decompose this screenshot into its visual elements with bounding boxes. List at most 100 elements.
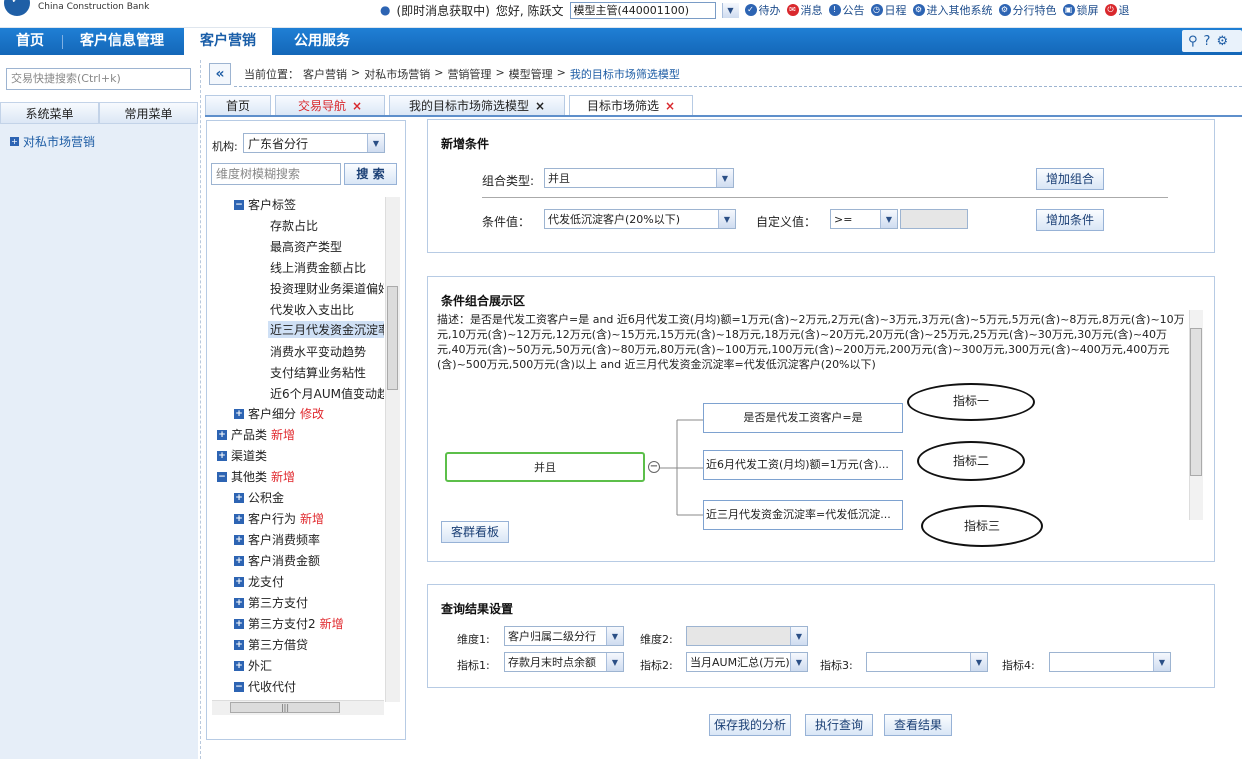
tree-scroll-thumb[interactable] xyxy=(387,286,398,390)
breadcrumb-item[interactable]: 客户营销 xyxy=(303,66,347,82)
role-select[interactable]: 模型主管(440001100) xyxy=(569,1,716,19)
ind1-select[interactable]: 存款月末时点余额 ▼ xyxy=(504,652,624,672)
save-analysis-button[interactable]: 保存我的分析 xyxy=(709,714,791,736)
tab-home[interactable]: 首页 xyxy=(205,95,271,115)
chevron-down-icon[interactable]: ▼ xyxy=(716,169,733,187)
expand-icon[interactable]: + xyxy=(234,408,244,419)
logout-link[interactable]: ⏻ 退 xyxy=(1104,2,1130,18)
tree-node[interactable]: + 客户消费金额 xyxy=(234,552,320,569)
tree-leaf[interactable]: 最高资产类型 xyxy=(270,238,342,255)
tree-node[interactable]: + 客户行为 新增 xyxy=(234,510,324,527)
tree-node[interactable]: − 代收代付 xyxy=(234,678,296,695)
expand-icon[interactable]: + xyxy=(234,534,244,545)
breadcrumb-item[interactable]: 对私市场营销 xyxy=(364,66,430,82)
tree-node[interactable]: + 客户消费频率 xyxy=(234,531,320,548)
description-scroll-thumb[interactable] xyxy=(1190,328,1202,476)
nav-customer-marketing[interactable]: 客户营销 xyxy=(184,28,272,55)
dim1-select[interactable]: 客户归属二级分行 ▼ xyxy=(504,626,624,646)
chevron-down-icon[interactable]: ▼ xyxy=(880,210,897,228)
todo-link[interactable]: ✓ 待办 xyxy=(744,2,781,18)
nav-home[interactable]: 首页 xyxy=(0,28,60,55)
chevron-down-icon[interactable]: ▼ xyxy=(606,653,623,671)
tree-leaf[interactable]: 投资理财业务渠道偏好 xyxy=(270,280,384,297)
add-group-button[interactable]: 增加组合 xyxy=(1036,168,1104,190)
view-results-button[interactable]: 查看结果 xyxy=(884,714,952,736)
nav-public-service[interactable]: 公用服务 xyxy=(278,28,366,55)
close-icon[interactable]: × xyxy=(352,99,362,113)
tree-leaf[interactable]: 存款占比 xyxy=(270,217,318,234)
chevron-down-icon[interactable]: ▼ xyxy=(1153,653,1170,671)
search-icon[interactable]: ⚲ xyxy=(1188,34,1198,49)
tab-transaction-nav[interactable]: 交易导航 × xyxy=(275,95,385,115)
tree-leaf[interactable]: 近6个月AUM值变动趋势 xyxy=(270,385,384,402)
lock-screen-link[interactable]: ▣ 锁屏 xyxy=(1062,2,1099,18)
tree-node[interactable]: + 公积金 xyxy=(234,489,284,506)
tree-leaf[interactable]: 消费水平变动趋势 xyxy=(270,343,366,360)
close-icon[interactable]: × xyxy=(665,99,675,113)
settings-icon[interactable]: ⚙ xyxy=(1216,34,1228,49)
nav-customer-info[interactable]: 客户信息管理 xyxy=(66,28,178,55)
expand-icon[interactable]: + xyxy=(234,555,244,566)
condition-node-3[interactable]: 近三月代发资金沉淀率=代发低沉淀... xyxy=(703,500,903,530)
collapse-sidebar-button[interactable]: « xyxy=(209,63,231,85)
breadcrumb-item[interactable]: 模型管理 xyxy=(509,66,553,82)
expand-icon[interactable]: + xyxy=(234,660,244,671)
tree-leaf[interactable]: 代发收入支出比 xyxy=(270,301,354,318)
custom-value-input[interactable] xyxy=(900,209,968,229)
tree-node[interactable]: + 第三方支付2 新增 xyxy=(234,615,344,632)
chevron-down-icon[interactable]: ▼ xyxy=(721,2,739,18)
tab-system-menu[interactable]: 系统菜单 xyxy=(0,102,99,124)
tree-node[interactable]: + 第三方支付 xyxy=(234,594,308,611)
tree-node-customer-tag[interactable]: − 客户标签 xyxy=(234,196,296,213)
combo-type-select[interactable]: 并且 ▼ xyxy=(544,168,734,188)
tab-common-menu[interactable]: 常用菜单 xyxy=(99,102,198,124)
tree-node[interactable]: + 龙支付 xyxy=(234,573,284,590)
sidebar-item-private-marketing[interactable]: + 对私市场营销 xyxy=(10,133,95,150)
chevron-down-icon[interactable]: ▼ xyxy=(970,653,987,671)
condition-node-1[interactable]: 是否是代发工资客户=是 xyxy=(703,403,903,433)
tree-leaf-selected[interactable]: 近三月代发资金沉淀率 xyxy=(268,321,384,338)
dim2-select[interactable]: ▼ xyxy=(686,626,808,646)
other-systems-link[interactable]: ⚙ 进入其他系统 xyxy=(912,2,993,18)
tree-node-other[interactable]: − 其他类 新增 xyxy=(217,468,295,485)
add-condition-button[interactable]: 增加条件 xyxy=(1036,209,1104,231)
tree-search-button[interactable]: 搜 索 xyxy=(344,163,397,185)
tree-leaf[interactable]: 线上消费金额占比 xyxy=(270,259,366,276)
tree-search-input[interactable]: 维度树模糊搜索 xyxy=(211,163,341,185)
root-condition-node[interactable]: 并且 xyxy=(445,452,645,482)
tree-leaf[interactable]: 支付结算业务粘性 xyxy=(270,364,366,381)
tree-node-customer-segment[interactable]: + 客户细分 修改 xyxy=(234,405,324,422)
ind2-select[interactable]: 当月AUM汇总(万元) ▼ xyxy=(686,652,808,672)
expand-icon[interactable]: + xyxy=(234,492,244,503)
ind3-select[interactable]: ▼ xyxy=(866,652,988,672)
notice-link[interactable]: ! 公告 xyxy=(828,2,865,18)
tree-hscroll-thumb[interactable]: ||| xyxy=(230,702,340,713)
collapse-icon[interactable]: − xyxy=(234,681,244,692)
collapse-icon[interactable]: − xyxy=(234,199,244,210)
run-query-button[interactable]: 执行查询 xyxy=(805,714,873,736)
close-icon[interactable]: × xyxy=(535,99,545,113)
tree-node[interactable]: + 外汇 xyxy=(234,657,272,674)
expand-icon[interactable]: + xyxy=(234,513,244,524)
ind4-select[interactable]: ▼ xyxy=(1049,652,1171,672)
collapse-icon[interactable]: − xyxy=(648,461,660,473)
tab-target-filter[interactable]: 目标市场筛选 × xyxy=(569,95,693,115)
schedule-link[interactable]: ◷ 日程 xyxy=(870,2,907,18)
customer-board-button[interactable]: 客群看板 xyxy=(441,521,509,543)
condition-node-2[interactable]: 近6月代发工资(月均)额=1万元(含)... xyxy=(703,450,903,480)
expand-icon[interactable]: + xyxy=(234,576,244,587)
message-link[interactable]: ✉ 消息 xyxy=(786,2,823,18)
condition-value-select[interactable]: 代发低沉淀客户(20%以下) ▼ xyxy=(544,209,736,229)
tree-node[interactable]: + 第三方借贷 xyxy=(234,636,308,653)
chevron-down-icon[interactable]: ▼ xyxy=(606,627,623,645)
branch-feature-link[interactable]: ⚙ 分行特色 xyxy=(998,2,1057,18)
splitter[interactable] xyxy=(200,60,201,759)
chevron-down-icon[interactable]: ▼ xyxy=(790,627,807,645)
chevron-down-icon[interactable]: ▼ xyxy=(367,134,384,152)
tree-vertical-scrollbar[interactable] xyxy=(385,197,400,702)
quick-search-input[interactable]: 交易快捷搜索(Ctrl+k) xyxy=(6,68,191,90)
tree-node-product[interactable]: + 产品类 新增 xyxy=(217,426,295,443)
chevron-down-icon[interactable]: ▼ xyxy=(718,210,735,228)
expand-icon[interactable]: + xyxy=(217,450,227,461)
expand-icon[interactable]: + xyxy=(234,618,244,629)
